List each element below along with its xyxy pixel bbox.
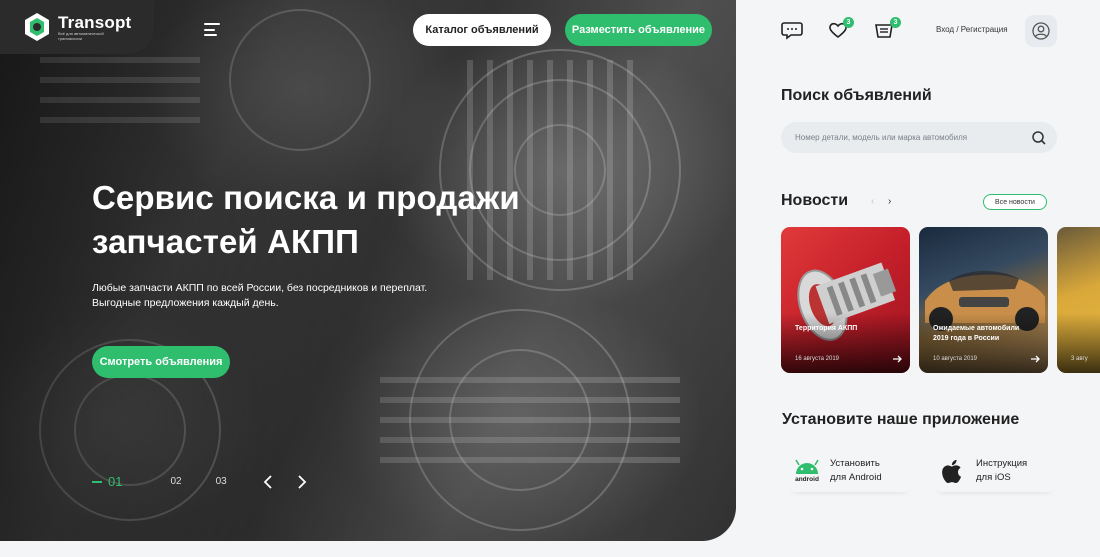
ios-button-label: Инструкция для iOS	[976, 458, 1028, 483]
news-card[interactable]: Территория АКПП 16 августа 2019	[781, 227, 910, 373]
hero-description: Любые запчасти АКПП по всей России, без …	[92, 281, 512, 311]
slider-next-arrow-icon[interactable]	[295, 474, 309, 489]
news-card-date: 16 августа 2019	[795, 356, 840, 362]
slide-indicator-3[interactable]: 03	[216, 476, 227, 487]
logo-text: Transopt Всё для автоматической трансмис…	[58, 14, 131, 41]
android-app-button[interactable]: android Установить для Android	[790, 450, 910, 492]
active-slide-dash	[92, 480, 102, 483]
news-prev-chevron-icon[interactable]: ‹	[871, 196, 874, 207]
ios-instruction-button[interactable]: Инструкция для iOS	[936, 450, 1054, 492]
search-icon[interactable]	[1031, 130, 1047, 146]
android-icon	[795, 459, 819, 474]
news-card[interactable]: 3 авгу	[1057, 227, 1100, 373]
page: Transopt Всё для автоматической трансмис…	[0, 0, 1100, 557]
slider-prev-arrow-icon[interactable]	[261, 474, 275, 489]
apple-logo	[936, 457, 970, 485]
logo[interactable]: Transopt Всё для автоматической трансмис…	[0, 0, 154, 54]
brand-tagline: Всё для автоматической трансмиссии	[58, 30, 104, 41]
cart-icon[interactable]: 3	[874, 17, 901, 45]
cart-count-badge: 3	[890, 17, 901, 28]
hero-title: Сервис поиска и продажи запчастей АКПП	[92, 179, 520, 260]
app-section-title: Установите наше приложение	[782, 411, 1020, 428]
hero-description-line-2: Выгодные предложения каждый день.	[92, 297, 279, 309]
search-field	[781, 122, 1057, 153]
hero-overlay	[0, 0, 736, 541]
news-card-title: Территория АКПП	[795, 325, 858, 332]
search-section-title: Поиск объявлений	[781, 87, 932, 104]
catalog-button[interactable]: Каталог объявлений	[413, 14, 551, 46]
hero-banner: Transopt Всё для автоматической трансмис…	[0, 0, 736, 541]
android-wordmark: android	[795, 476, 819, 483]
news-card-date: 10 августа 2019	[933, 356, 978, 362]
favorites-count-badge: 3	[843, 17, 854, 28]
login-register-link[interactable]: Вход / Регистрация	[936, 25, 1008, 34]
android-logo: android	[790, 459, 824, 483]
android-button-label: Установить для Android	[830, 458, 882, 483]
slider-pagination: 01 02 03	[92, 474, 329, 489]
view-ads-button[interactable]: Смотреть объявления	[92, 346, 230, 378]
arrow-right-icon[interactable]	[1030, 354, 1040, 364]
brand-name: Transopt	[58, 12, 132, 32]
apple-icon	[942, 459, 962, 484]
menu-icon[interactable]	[204, 23, 220, 36]
all-news-button[interactable]: Все новости	[983, 194, 1047, 210]
news-next-chevron-icon[interactable]: ›	[888, 196, 891, 207]
news-card-title: Ожидаемые автомобили 2019 года в России	[933, 325, 1020, 342]
user-icon	[1032, 22, 1050, 40]
hero-description-line-1: Любые запчасти АКПП по всей России, без …	[92, 282, 428, 294]
news-card[interactable]: Ожидаемые автомобили 2019 года в России …	[919, 227, 1048, 373]
search-input[interactable]	[795, 133, 1031, 142]
news-section-title: Новости	[781, 192, 849, 209]
news-card-date: 3 авгу	[1071, 356, 1088, 362]
user-avatar[interactable]	[1025, 15, 1057, 47]
logo-gear-icon	[25, 13, 49, 41]
post-ad-button[interactable]: Разместить объявление	[565, 14, 712, 46]
slide-indicator-2[interactable]: 02	[170, 476, 181, 487]
chat-icon[interactable]	[781, 20, 803, 45]
favorites-heart-icon[interactable]: 3	[828, 17, 854, 44]
arrow-right-icon[interactable]	[892, 354, 902, 364]
